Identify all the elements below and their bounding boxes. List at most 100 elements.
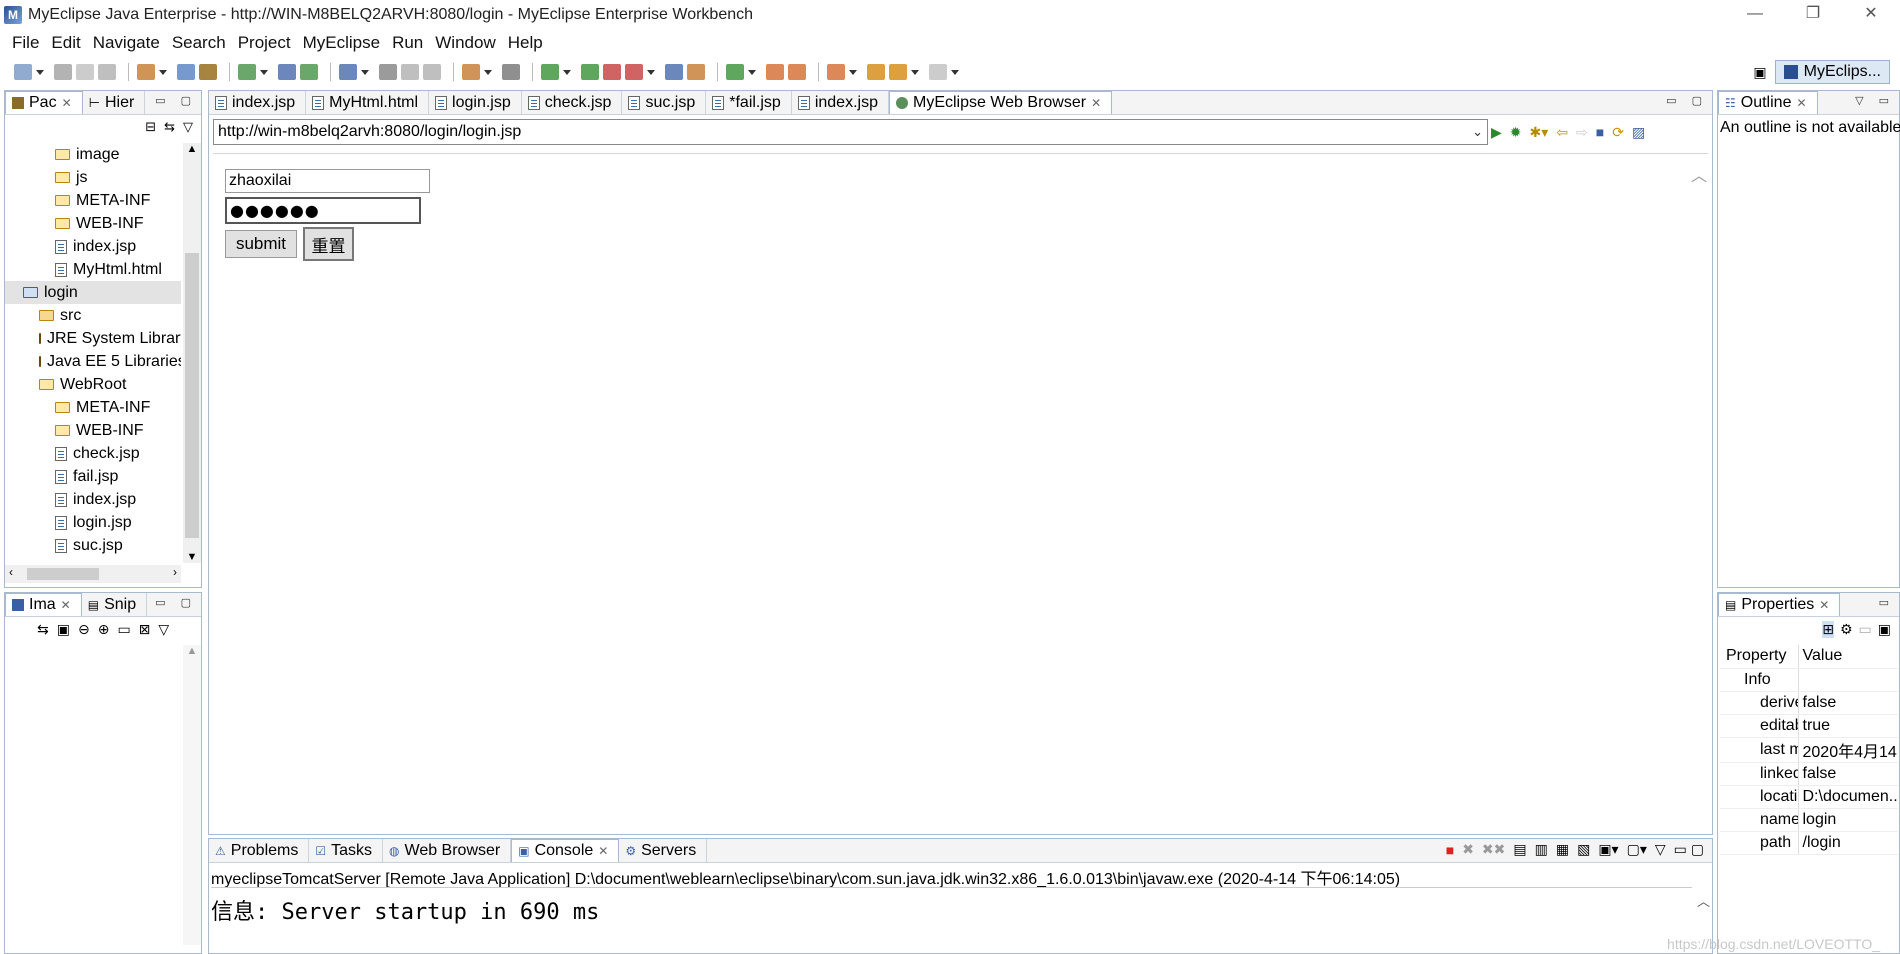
tree-item[interactable]: WebRoot bbox=[5, 373, 181, 396]
editor-tab[interactable]: MyEclipse Web Browser ✕ bbox=[888, 91, 1113, 114]
tree-item[interactable]: WEB-INF bbox=[5, 419, 181, 442]
chevron-down-icon[interactable] bbox=[484, 69, 492, 75]
clear-console-icon[interactable]: ▤ bbox=[1513, 841, 1526, 858]
deploy-icon[interactable] bbox=[278, 64, 296, 80]
chevron-down-icon[interactable] bbox=[748, 69, 756, 75]
class-icon[interactable] bbox=[199, 64, 217, 80]
zoom-out-icon[interactable]: ⊖ bbox=[78, 621, 90, 638]
chevron-down-icon[interactable] bbox=[911, 69, 919, 75]
word-wrap-icon[interactable]: ▦ bbox=[1556, 841, 1569, 858]
property-row[interactable]: path/login bbox=[1720, 831, 1898, 855]
go-icon[interactable]: ▶ bbox=[1491, 124, 1502, 141]
show-categories-icon[interactable]: ⊞ bbox=[1822, 621, 1834, 638]
chevron-down-icon[interactable] bbox=[361, 69, 369, 75]
editor-tab[interactable]: login.jsp bbox=[429, 91, 522, 114]
tree-item[interactable]: MyHtml.html bbox=[5, 258, 181, 281]
minimize-button[interactable]: — bbox=[1726, 0, 1784, 30]
run-icon[interactable] bbox=[581, 64, 599, 80]
property-row[interactable]: name login bbox=[1720, 808, 1898, 832]
search-icon[interactable] bbox=[827, 64, 845, 80]
property-row[interactable]: last modified2020年4月14... bbox=[1720, 737, 1898, 763]
console-tab[interactable]: ▣ Console ✕ bbox=[511, 839, 620, 862]
save-all-icon[interactable] bbox=[76, 64, 94, 80]
collapse-all-icon[interactable]: ⊟ bbox=[145, 119, 156, 135]
console-tab[interactable]: ⚙ Servers bbox=[619, 839, 708, 862]
paste-icon[interactable] bbox=[423, 64, 441, 80]
restore-button[interactable]: ❐ bbox=[1784, 0, 1842, 30]
tab-snippets[interactable]: ▤ Snip bbox=[81, 593, 148, 616]
tree-item[interactable]: Java EE 5 Libraries bbox=[5, 350, 181, 373]
close-icon[interactable]: ✕ bbox=[598, 844, 608, 858]
tab-properties[interactable]: ▤ Properties ✕ bbox=[1718, 593, 1841, 616]
terminate-icon[interactable]: ■ bbox=[1446, 842, 1454, 858]
tree-item[interactable]: check.jsp bbox=[5, 442, 181, 465]
tree-item[interactable]: src bbox=[5, 304, 181, 327]
chevron-up-icon[interactable]: ︿ bbox=[1690, 162, 1708, 186]
task-icon[interactable] bbox=[687, 64, 705, 80]
close-window-button[interactable]: ✕ bbox=[1842, 0, 1900, 30]
tree-horizontal-scrollbar[interactable]: ‹ › bbox=[5, 565, 181, 583]
stop-icon[interactable]: ■ bbox=[1596, 124, 1604, 140]
tab-hierarchy[interactable]: ⊢ Hier bbox=[82, 91, 146, 114]
console-tab[interactable]: ⚠ Problems bbox=[209, 839, 310, 862]
next-annotation-icon[interactable] bbox=[929, 64, 947, 80]
new-icon[interactable] bbox=[14, 64, 32, 80]
remove-launch-icon[interactable]: ✖ bbox=[1462, 841, 1474, 858]
chevron-down-icon[interactable] bbox=[159, 69, 167, 75]
pin-console-icon[interactable]: ▧ bbox=[1577, 841, 1590, 858]
property-row[interactable]: derivedfalse bbox=[1720, 691, 1898, 715]
save-icon[interactable] bbox=[54, 64, 72, 80]
pin-view-icon[interactable]: ▣ bbox=[1878, 621, 1891, 638]
refresh-icon[interactable] bbox=[726, 64, 744, 80]
username-input[interactable]: zhaoxilai bbox=[225, 169, 430, 193]
tree-item[interactable]: image bbox=[5, 143, 181, 166]
open-type-icon[interactable] bbox=[766, 64, 784, 80]
close-icon[interactable]: ✕ bbox=[1796, 96, 1806, 110]
chevron-down-icon[interactable] bbox=[36, 69, 44, 75]
run-menu-icon[interactable]: ✱▾ bbox=[1530, 124, 1549, 141]
view-minmax-controls[interactable]: ▽ ▭ bbox=[1855, 94, 1895, 107]
tree-item[interactable]: META-INF bbox=[5, 189, 181, 212]
menu-navigate[interactable]: Navigate bbox=[87, 33, 166, 53]
view-minmax-controls[interactable]: ▭ ▢ bbox=[155, 596, 197, 609]
debug-icon[interactable]: ✹ bbox=[1510, 124, 1522, 141]
scrollbar-thumb[interactable] bbox=[27, 568, 99, 580]
page-scrollbar[interactable]: ︿ ﹀ bbox=[1690, 162, 1708, 862]
view-minmax-controls[interactable]: ▭ ▢ bbox=[1674, 841, 1704, 858]
tab-outline[interactable]: ☷ Outline ✕ bbox=[1718, 91, 1818, 114]
browser-url-input[interactable]: http://win-m8belq2arvh:8080/login/login.… bbox=[213, 119, 1488, 145]
actual-size-icon[interactable]: ▭ bbox=[117, 621, 130, 638]
editor-tab[interactable]: index.jsp bbox=[209, 91, 307, 114]
console-output[interactable]: 信息: Server startup in 690 ms bbox=[211, 887, 1692, 953]
tree-item[interactable]: META-INF bbox=[5, 396, 181, 419]
tree-item[interactable]: suc.jsp bbox=[5, 534, 181, 557]
print-icon[interactable] bbox=[98, 64, 116, 80]
chevron-down-icon[interactable] bbox=[563, 69, 571, 75]
forward-nav-icon[interactable] bbox=[889, 64, 907, 80]
chevron-down-icon[interactable] bbox=[647, 69, 655, 75]
tree-item[interactable]: index.jsp bbox=[5, 235, 181, 258]
chevron-down-icon[interactable] bbox=[849, 69, 857, 75]
scroll-lock-icon[interactable]: ▥ bbox=[1535, 841, 1548, 858]
view-menu-icon[interactable]: ▽ bbox=[158, 621, 169, 638]
new-project-icon[interactable] bbox=[137, 64, 155, 80]
coverage-icon[interactable] bbox=[625, 64, 643, 80]
fit-image-icon[interactable]: ▣ bbox=[57, 621, 70, 638]
zoom-in-icon[interactable]: ⊕ bbox=[98, 621, 110, 638]
console-tab[interactable]: ☑ Tasks bbox=[309, 839, 384, 862]
tab-image-preview[interactable]: Ima ✕ bbox=[5, 593, 82, 616]
console-scrollbar[interactable]: ︿ bbox=[1697, 891, 1710, 910]
tree-item[interactable]: index.jsp bbox=[5, 488, 181, 511]
external-tools-icon[interactable] bbox=[665, 64, 683, 80]
display-console-icon[interactable]: ▣▾ bbox=[1598, 841, 1618, 858]
refresh-icon[interactable]: ⟳ bbox=[1612, 124, 1624, 141]
tree-item[interactable]: fail.jsp bbox=[5, 465, 181, 488]
close-icon[interactable]: ✕ bbox=[62, 96, 72, 110]
editor-tab[interactable]: index.jsp bbox=[791, 91, 889, 114]
open-console-icon[interactable]: ▢▾ bbox=[1627, 841, 1647, 858]
property-row[interactable]: editabletrue bbox=[1720, 714, 1898, 738]
profile-icon[interactable] bbox=[603, 64, 621, 80]
tree-vertical-scrollbar[interactable]: ▲ ▼ bbox=[183, 143, 201, 563]
menu-help[interactable]: Help bbox=[502, 33, 549, 53]
scrollbar-thumb[interactable] bbox=[185, 253, 199, 538]
